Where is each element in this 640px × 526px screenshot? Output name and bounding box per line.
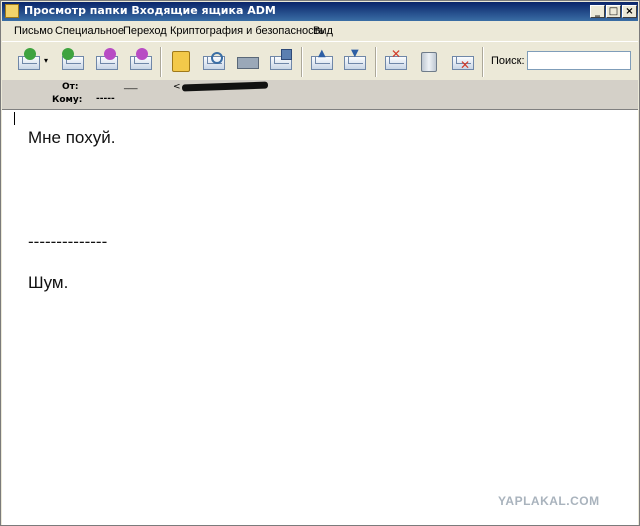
address-book-icon (172, 51, 190, 72)
redacted-sender-email (181, 81, 269, 92)
cross-icon: ✕ (391, 47, 402, 61)
mark-spam-button[interactable]: ✕ (383, 47, 409, 74)
new-message-button[interactable] (16, 48, 42, 74)
menu-bar: Письмо Специальное Переход Криптография … (2, 21, 338, 41)
to-value[interactable]: ----- (96, 94, 115, 104)
reply-arrow-icon (62, 48, 74, 60)
delete-button[interactable] (416, 48, 442, 74)
maximize-button[interactable]: □ (606, 5, 621, 18)
chevron-down-icon: ▾ (44, 56, 49, 65)
new-message-dropdown[interactable]: ▾ (44, 48, 52, 74)
menu-letter[interactable]: Письмо (14, 25, 53, 37)
message-line-1: Мне похуй. (28, 128, 116, 147)
menu-view[interactable]: Вид (313, 25, 333, 37)
title-bar[interactable]: Просмотр папки Входящие ящика ADM _ □ × (2, 2, 638, 21)
plus-icon (24, 48, 36, 60)
from-label: От: (62, 82, 79, 92)
toolbar-separator (482, 47, 484, 77)
mail-window: Просмотр папки Входящие ящика ADM _ □ × … (0, 0, 640, 526)
cross-icon: ✕ (460, 58, 471, 72)
to-label: Кому: (52, 95, 83, 105)
message-separator: -------------- (28, 232, 108, 251)
trash-icon (421, 52, 437, 72)
find-button[interactable] (201, 48, 227, 74)
watermark: YAPLAKAL.COM (498, 494, 600, 508)
toolbar-separator (301, 47, 303, 77)
text-cursor (14, 112, 15, 125)
toolbar-separator (375, 47, 377, 77)
next-message-button[interactable]: ▼ (342, 48, 368, 74)
reply-button[interactable] (60, 48, 86, 74)
minimize-button[interactable]: _ (590, 5, 605, 18)
floppy-icon (281, 49, 292, 60)
menu-crypto[interactable]: Криптография и безопасность (170, 25, 324, 37)
from-email-prefix[interactable]: < (173, 82, 181, 92)
menu-go[interactable]: Переход (123, 25, 167, 37)
reply-all-icon (104, 48, 116, 60)
menu-special[interactable]: Специальное (55, 25, 124, 37)
from-name[interactable]: ___ (124, 80, 138, 90)
forward-button[interactable] (128, 48, 154, 74)
message-line-2: Шум. (28, 273, 69, 292)
message-headers: От: ___ < Кому: ----- (2, 80, 638, 110)
printer-icon (237, 57, 259, 69)
window-title: Просмотр папки Входящие ящика ADM (24, 4, 276, 17)
arrow-up-icon: ▲ (318, 48, 326, 59)
toolbar: ▾ ▲ ▼ ✕ ✕ Поиск: (2, 41, 638, 81)
close-button[interactable]: × (622, 5, 637, 18)
search-label: Поиск: (491, 55, 525, 67)
search-input[interactable] (527, 51, 631, 70)
print-button[interactable] (235, 48, 261, 74)
message-body[interactable]: Мне похуй. -------------- Шум. (2, 110, 638, 525)
reply-all-button[interactable] (94, 48, 120, 74)
delete-message-button[interactable]: ✕ (450, 48, 476, 74)
previous-message-button[interactable]: ▲ (309, 48, 335, 74)
magnifier-icon (211, 52, 223, 64)
address-book-button[interactable] (168, 48, 194, 74)
forward-arrow-icon (136, 48, 148, 60)
arrow-down-icon: ▼ (351, 48, 359, 59)
toolbar-separator (160, 47, 162, 77)
save-button[interactable] (268, 48, 294, 74)
folder-icon (5, 4, 19, 18)
